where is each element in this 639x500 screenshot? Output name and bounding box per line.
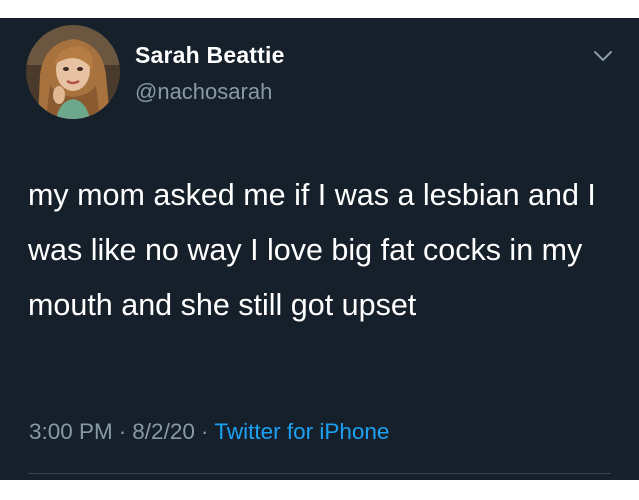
chevron-down-icon[interactable] (592, 48, 614, 64)
tweet-date[interactable]: 8/2/20 (132, 419, 195, 444)
tweet-source[interactable]: Twitter for iPhone (214, 419, 389, 444)
tweet-text: my mom asked me if I was a lesbian and I… (28, 178, 596, 322)
divider (28, 473, 611, 474)
tweet-time[interactable]: 3:00 PM (29, 419, 113, 444)
separator: · (118, 419, 127, 444)
separator: · (200, 419, 209, 444)
username-handle[interactable]: @nachosarah (135, 79, 272, 105)
tweet-card: Sarah Beattie @nachosarah my mom asked m… (0, 18, 639, 480)
tweet-metadata: 3:00 PM · 8/2/20 · Twitter for iPhone (29, 419, 389, 445)
profile-photo-icon (26, 25, 120, 119)
display-name[interactable]: Sarah Beattie (135, 42, 285, 69)
avatar[interactable] (26, 25, 120, 119)
